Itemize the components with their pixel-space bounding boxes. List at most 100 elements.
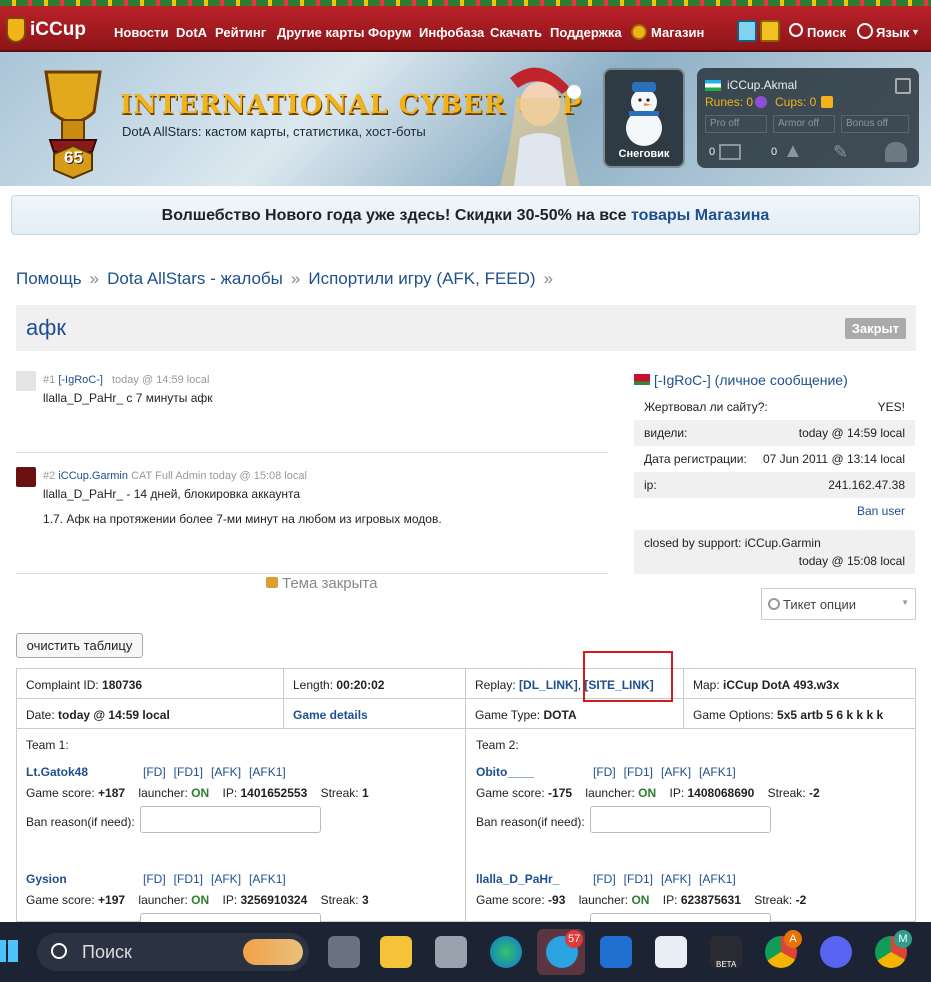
chevron-down-icon[interactable]: ▼ (911, 27, 920, 37)
game-score: +187 (98, 786, 126, 800)
game-type: DOTA (543, 708, 577, 722)
beta-label: BETA (716, 960, 737, 969)
language-select[interactable]: Язык (876, 25, 909, 40)
player-ip: 1401652553 (240, 786, 308, 800)
breadcrumb-afk-feed[interactable]: Испортили игру (AFK, FEED) (308, 269, 535, 288)
calculator-icon[interactable] (435, 936, 467, 968)
chevron-down-icon: ▼ (901, 598, 909, 607)
snowman-avatar[interactable]: Снеговик (603, 68, 685, 168)
game-options-cell: Game Options: 5x5 artb 5 6 k k k k (684, 699, 915, 729)
profile-row: ip: 241.162.47.38 (634, 472, 915, 498)
nav-download[interactable]: Скачать (490, 25, 542, 40)
afk-link[interactable]: [AFK] (661, 765, 691, 779)
player-ip: 623875631 (680, 893, 741, 907)
armor-toggle[interactable]: Armor off (773, 115, 835, 133)
nav-infobase[interactable]: Инфобаза (419, 25, 484, 40)
clear-table-button[interactable]: очистить таблицу (16, 633, 143, 658)
promo-text: Волшебство Нового года уже здесь! Скидки… (161, 207, 627, 224)
player-name[interactable]: Lt.Gatok48 (26, 765, 88, 779)
post-number: #2 (43, 470, 56, 482)
warning-icon[interactable]: ▲ (783, 140, 803, 163)
ticket-options-select[interactable]: Тикет опции ▼ (761, 588, 916, 620)
discord-icon[interactable] (820, 936, 852, 968)
wrench-icon[interactable]: ✎ (833, 142, 848, 163)
search-link[interactable]: Поиск (807, 25, 846, 40)
player-name[interactable]: Obito____ (476, 765, 534, 779)
row-label: Дата регистрации: (644, 452, 747, 466)
logout-icon[interactable] (895, 78, 911, 94)
fd1-link[interactable]: [FD1] (624, 765, 653, 779)
outlook-icon[interactable] (600, 936, 632, 968)
nav-shop[interactable]: Магазин (651, 25, 704, 40)
game-details-link[interactable]: Game details (293, 708, 368, 722)
date-cell: Date: today @ 14:59 local (17, 699, 284, 729)
promo-shop-link[interactable]: товары Магазина (631, 207, 769, 224)
edge-icon[interactable] (490, 936, 522, 968)
fd-link[interactable]: [FD] (143, 765, 166, 779)
team-2: Team 2: Obito____ [FD] [FD1] [AFK] [AFK1] G… (476, 738, 820, 940)
breadcrumb-help[interactable]: Помощь (16, 269, 82, 288)
search-icon[interactable] (789, 23, 803, 37)
fd1-link[interactable]: [FD1] (174, 872, 203, 886)
map-cell: Map: iCCup DotA 493.w3x (684, 669, 915, 699)
fd1-link[interactable]: [FD1] (174, 765, 203, 779)
nav-support[interactable]: Поддержка (550, 25, 622, 40)
fd-link[interactable]: [FD] (143, 872, 166, 886)
mail-icon[interactable] (719, 144, 741, 160)
pro-toggle[interactable]: Pro off (705, 115, 767, 133)
cups-count: Cups: 0 (775, 95, 817, 109)
afk-link[interactable]: [AFK] (211, 765, 241, 779)
nav-rating[interactable]: Рейтинг (215, 25, 266, 40)
taskbar-search[interactable]: Поиск (37, 933, 309, 971)
friends-icon[interactable] (885, 142, 907, 162)
ban-reason-input[interactable] (590, 806, 771, 833)
profile-name[interactable]: [-IgRoC-] (654, 372, 711, 388)
afk-link[interactable]: [AFK] (211, 872, 241, 886)
task-view-icon[interactable] (328, 936, 360, 968)
bonus-toggle[interactable]: Bonus off (841, 115, 909, 133)
nav-forum[interactable]: Форум (368, 25, 411, 40)
nav-news[interactable]: Новости (114, 25, 169, 40)
nav-other-maps[interactable]: Другие карты (277, 25, 364, 40)
player-name[interactable]: Gysion (26, 872, 67, 886)
afk-link[interactable]: [AFK] (661, 872, 691, 886)
breadcrumb-dota-complaints[interactable]: Dota AllStars - жалобы (107, 269, 283, 288)
afk1-link[interactable]: [AFK1] (699, 872, 736, 886)
player-name[interactable]: llalla_D_PaHr_ (476, 872, 559, 886)
profile-icon[interactable] (760, 20, 780, 42)
site-logo[interactable]: iCCup (6, 14, 106, 46)
game-length: 00:20:02 (336, 678, 385, 692)
post-author[interactable]: [-IgRoC-] (58, 374, 103, 386)
row-value: YES! (877, 400, 905, 414)
garland-decoration (0, 0, 931, 6)
windows-start-icon[interactable] (0, 940, 18, 962)
replay-download-link[interactable]: [DL_LINK] (519, 678, 578, 692)
snowman-label: Снеговик (618, 148, 670, 160)
fd-link[interactable]: [FD] (593, 765, 616, 779)
profile-row: Жертвовал ли сайту?: YES! (634, 394, 915, 420)
nav-dota[interactable]: DotA (176, 25, 207, 40)
ban-reason-input[interactable] (140, 806, 321, 833)
store-icon[interactable] (655, 936, 687, 968)
post-line: llalla_D_PaHr_ - 14 дней, блокировка акк… (43, 487, 301, 501)
complaint-date: today @ 14:59 local (58, 708, 170, 722)
fd1-link[interactable]: [FD1] (624, 872, 653, 886)
fd-link[interactable]: [FD] (593, 872, 616, 886)
afk1-link[interactable]: [AFK1] (699, 765, 736, 779)
stat-label: IP: (222, 893, 238, 907)
launcher-status: ON (191, 786, 210, 800)
afk1-link[interactable]: [AFK1] (249, 765, 286, 779)
afk1-link[interactable]: [AFK1] (249, 872, 286, 886)
player-links: [FD] [FD1] [AFK] [AFK1] (143, 765, 294, 779)
ban-user-link[interactable]: Ban user (857, 504, 905, 518)
post-author[interactable]: iCCup.Garmin (58, 470, 128, 482)
complaint-id: 180736 (102, 678, 143, 692)
map-name: iCCup DotA 493.w3x (723, 678, 840, 692)
pro-icon[interactable] (737, 20, 757, 42)
user-name[interactable]: iCCup.Akmal (727, 78, 797, 92)
private-message-link[interactable]: личное сообщение (719, 372, 843, 388)
globe-icon[interactable] (857, 23, 873, 39)
post-1: #1 [-IgRoC-] today @ 14:59 local llalla_… (16, 371, 608, 453)
taskbar-search-label: Поиск (82, 942, 132, 962)
file-explorer-icon[interactable] (380, 936, 412, 968)
